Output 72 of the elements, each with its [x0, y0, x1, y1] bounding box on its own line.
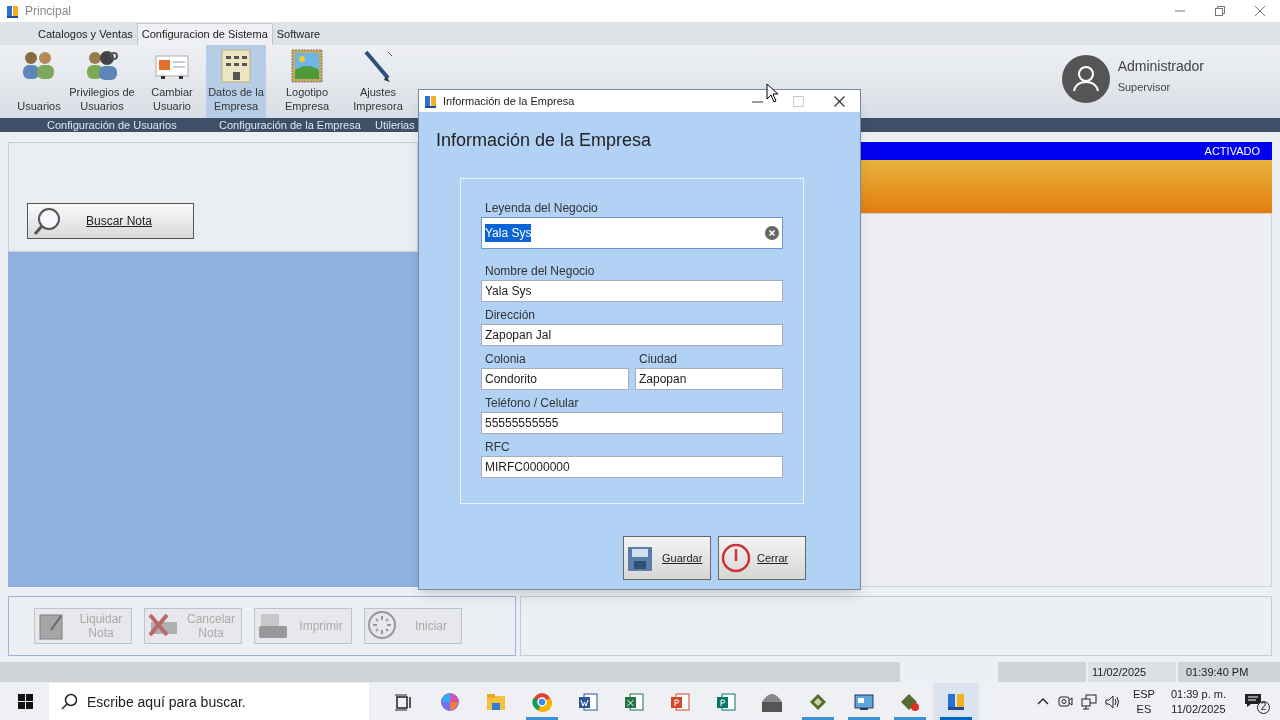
- field-label: Leyenda del Negocio: [485, 200, 599, 215]
- app-logo-icon: [424, 93, 437, 109]
- colorful-swirl-icon: [440, 691, 460, 712]
- text-field[interactable]: Zapopan Jal: [481, 324, 783, 346]
- ribbon-tab[interactable]: Configuracion de Sistema: [136, 23, 273, 45]
- ribbon-button[interactable]: Datos de la Empresa: [206, 45, 266, 118]
- ribbon-button[interactable]: Usuarios: [12, 45, 66, 118]
- chevron-up-icon[interactable]: [1036, 697, 1049, 706]
- excel-icon: [624, 691, 644, 712]
- diamond-icon: [900, 691, 920, 712]
- dialog-heading: Información de la Empresa: [436, 129, 653, 152]
- maximize-icon: [793, 95, 804, 107]
- dialog-button[interactable]: Guardar: [623, 536, 711, 580]
- field-label: RFC: [485, 439, 511, 454]
- ribbon-button[interactable]: Privilegios de Usuarios: [66, 45, 138, 118]
- ribbon-tab[interactable]: Software: [272, 23, 325, 45]
- text-field[interactable]: MIRFC0000000: [481, 456, 783, 478]
- clear-icon[interactable]: [765, 226, 779, 240]
- ribbon-group-label: Configuración de Usuarios: [46, 117, 178, 133]
- language-indicator[interactable]: ESP ES: [1128, 686, 1159, 717]
- window-title: Principal: [25, 3, 72, 20]
- app-logo-icon: [6, 3, 19, 19]
- ribbon-button[interactable]: Ajustes Impresora: [348, 45, 408, 118]
- speaker-icon[interactable]: [1104, 693, 1121, 710]
- word-icon: [578, 691, 598, 712]
- power-icon: [721, 543, 751, 573]
- license-status: ACTIVADO: [1204, 143, 1260, 159]
- books-icon: [946, 691, 966, 712]
- taskbar-app[interactable]: [933, 683, 979, 720]
- search-icon: [61, 693, 77, 710]
- taskbar-clock[interactable]: 01:39 p. m. 11/02/2025: [1166, 686, 1230, 717]
- field-label: Ciudad: [639, 351, 679, 366]
- ribbon-tab[interactable]: Catalogos y Ventas: [34, 23, 137, 45]
- scanner-icon: [762, 691, 782, 712]
- publisher-icon: [716, 691, 736, 712]
- dialog-button[interactable]: Cerrar: [718, 536, 806, 580]
- diamond-icon: [808, 691, 828, 712]
- text-field[interactable]: Yala Sys: [481, 280, 783, 302]
- close-icon[interactable]: [834, 95, 845, 107]
- network-icon[interactable]: [1080, 693, 1097, 710]
- chrome-icon: [532, 691, 552, 712]
- task-view-icon: [394, 691, 414, 712]
- user-role: Supervisor: [1117, 80, 1172, 95]
- magnifier-icon: [32, 206, 62, 236]
- field-label: Dirección: [485, 307, 536, 322]
- notification-icon: [1244, 691, 1262, 708]
- search-button[interactable]: Buscar Nota: [27, 203, 194, 239]
- status-time: 01:39:40 PM: [1178, 662, 1280, 682]
- field-label: Teléfono / Celular: [485, 395, 580, 410]
- powerpoint-icon: [670, 691, 690, 712]
- field-label: Colonia: [485, 351, 527, 366]
- user-name: Administrador: [1117, 57, 1204, 76]
- folder-icon: [486, 691, 506, 712]
- notifications-button[interactable]: 2: [1244, 689, 1270, 714]
- ribbon-group-label: Utilerias: [374, 117, 416, 133]
- restore-icon[interactable]: [1214, 5, 1226, 17]
- ribbon-group-label: Configuración de la Empresa: [219, 117, 362, 133]
- avatar-icon: [1061, 55, 1110, 103]
- taskbar-search-field[interactable]: Escribe aquí para buscar.: [49, 683, 369, 720]
- text-field[interactable]: Yala Sys: [481, 217, 783, 249]
- ribbon-button[interactable]: Logotipo Empresa: [266, 45, 348, 118]
- ribbon-button[interactable]: Cambiar Usuario: [138, 45, 206, 118]
- monitor-icon: [854, 691, 874, 712]
- notification-count: 2: [1257, 700, 1270, 714]
- camera-icon[interactable]: [1056, 694, 1073, 709]
- text-field[interactable]: 55555555555: [481, 412, 783, 434]
- text-field[interactable]: Zapopan: [635, 368, 783, 390]
- field-label: Nombre del Negocio: [485, 263, 596, 278]
- windows-start-icon[interactable]: [18, 694, 33, 709]
- dialog-title: Información de la Empresa: [443, 93, 575, 109]
- text-field[interactable]: Condorito: [481, 368, 629, 390]
- status-date: 11/02/2025: [1088, 662, 1176, 682]
